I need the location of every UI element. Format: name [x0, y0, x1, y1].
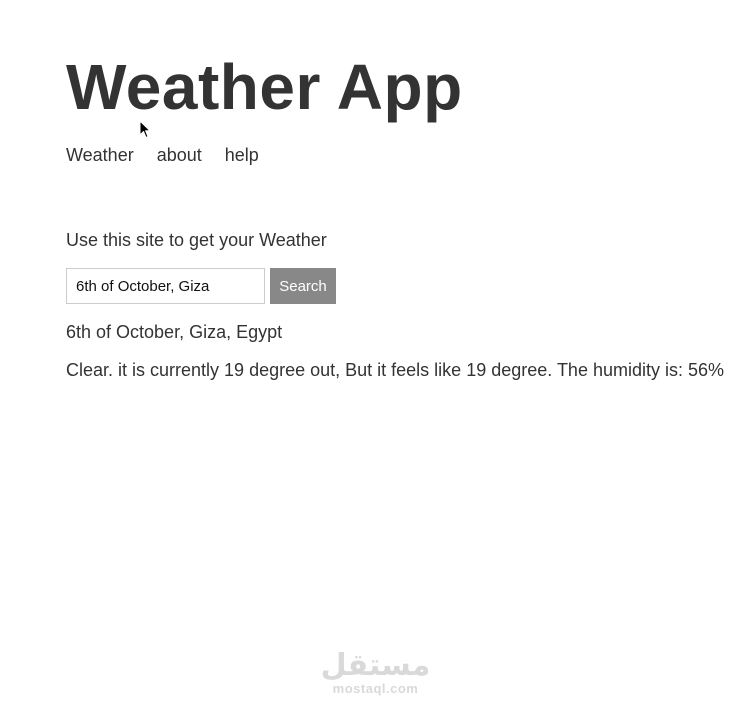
watermark-site: mostaql.com: [332, 681, 419, 696]
nav-link-weather[interactable]: Weather: [66, 143, 134, 167]
watermark: مستقل mostaql.com: [0, 650, 751, 696]
result-location: 6th of October, Giza, Egypt: [66, 322, 283, 342]
search-form: Search: [66, 268, 336, 304]
nav-link-help[interactable]: help: [225, 143, 259, 167]
result-forecast: Clear. it is currently 19 degree out, Bu…: [66, 360, 725, 380]
intro-text: Use this site to get your Weather: [66, 230, 327, 250]
main-nav: Weather about help: [66, 143, 259, 167]
page-title: Weather App: [66, 51, 463, 123]
nav-link-about[interactable]: about: [157, 143, 202, 167]
location-search-input[interactable]: [66, 268, 265, 304]
search-button[interactable]: Search: [270, 268, 336, 304]
watermark-logo: مستقل: [320, 648, 431, 683]
mouse-pointer-icon: [139, 120, 151, 138]
